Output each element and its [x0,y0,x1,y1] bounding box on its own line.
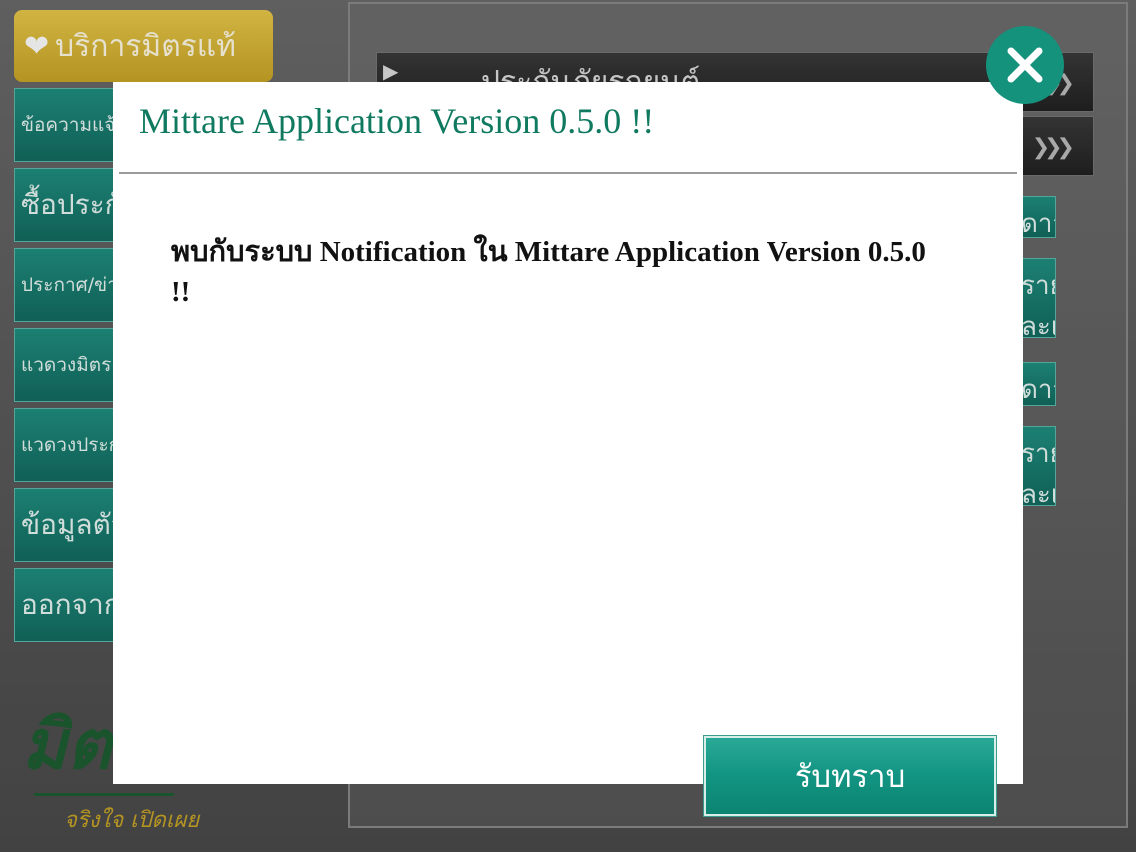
acknowledge-button[interactable]: รับทราบ [704,736,996,816]
notification-dialog: Mittare Application Version 0.5.0 !! พบก… [113,82,1023,784]
close-x-icon [1007,47,1043,83]
dialog-divider [119,172,1017,174]
dialog-message: พบกับระบบ Notification ใน Mittare Applic… [171,236,926,308]
acknowledge-button-label: รับทราบ [794,759,906,795]
dialog-title: Mittare Application Version 0.5.0 !! [139,101,655,141]
close-dialog-button[interactable] [986,26,1064,104]
